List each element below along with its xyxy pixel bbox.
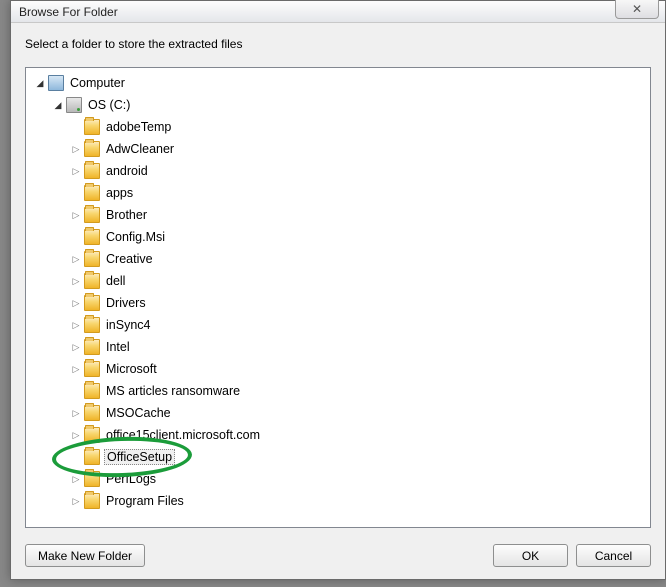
title-text: Browse For Folder [19,5,118,19]
chevron-right-icon[interactable]: ▷ [70,473,82,485]
tree-item-label: Microsoft [104,361,159,377]
folder-icon [84,317,100,333]
ok-button[interactable]: OK [493,544,568,567]
chevron-right-icon[interactable]: ▷ [70,143,82,155]
chevron-right-icon[interactable]: ▷ [70,165,82,177]
folder-icon [84,405,100,421]
chevron-right-icon[interactable]: ▷ [70,429,82,441]
tree-item-label: MS articles ransomware [104,383,242,399]
chevron-right-icon[interactable]: ▷ [70,407,82,419]
folder-icon [84,493,100,509]
tree-item-label: Config.Msi [104,229,167,245]
chevron-right-icon[interactable]: ▷ [70,209,82,221]
folder-icon [84,471,100,487]
chevron-right-icon[interactable]: ▷ [70,275,82,287]
folder-icon [84,185,100,201]
tree-item[interactable]: ▷ dell [26,270,650,292]
folder-icon [84,339,100,355]
computer-icon [48,75,64,91]
folder-icon [84,119,100,135]
tree-item[interactable]: apps [26,182,650,204]
tree-item[interactable]: ◢ Computer [26,72,650,94]
tree-item[interactable]: adobeTemp [26,116,650,138]
tree-item[interactable]: ▷ AdwCleaner [26,138,650,160]
tree-item-label: Drivers [104,295,148,311]
button-row: Make New Folder OK Cancel [11,536,665,579]
make-new-folder-button[interactable]: Make New Folder [25,544,145,567]
folder-icon [84,163,100,179]
tree-item[interactable]: ▷ Intel [26,336,650,358]
tree-item-label: apps [104,185,135,201]
tree-item-label: Intel [104,339,132,355]
tree-item-label: MSOCache [104,405,173,421]
tree-item-label: adobeTemp [104,119,173,135]
tree-item[interactable]: ▷ PerfLogs [26,468,650,490]
folder-tree[interactable]: ◢ Computer ◢ OS (C:) adobeTemp ▷ AdwCleaner ▷ an… [25,67,651,528]
chevron-right-icon[interactable]: ▷ [70,495,82,507]
close-button[interactable]: ✕ [615,0,659,19]
cancel-button[interactable]: Cancel [576,544,651,567]
folder-icon [84,383,100,399]
instruction-text: Select a folder to store the extracted f… [11,23,665,59]
chevron-down-icon[interactable]: ◢ [34,77,46,89]
chevron-right-icon[interactable]: ▷ [70,341,82,353]
tree-item[interactable]: ▷ Microsoft [26,358,650,380]
folder-icon [84,141,100,157]
tree-item-label: inSync4 [104,317,152,333]
tree-item-label: PerfLogs [104,471,158,487]
tree-item-label: OfficeSetup [104,449,175,465]
tree-item-label: Computer [68,75,127,91]
tree-item-label: Brother [104,207,149,223]
chevron-down-icon[interactable]: ◢ [52,99,64,111]
tree-item[interactable]: ▷ Brother [26,204,650,226]
chevron-right-icon[interactable]: ▷ [70,253,82,265]
tree-item-label: android [104,163,150,179]
folder-icon [84,449,100,465]
folder-icon [84,229,100,245]
tree-item[interactable]: MS articles ransomware [26,380,650,402]
tree-item[interactable]: ▷ Drivers [26,292,650,314]
folder-icon [84,207,100,223]
folder-icon [84,427,100,443]
tree-item[interactable]: OfficeSetup [26,446,650,468]
tree-item-label: Program Files [104,493,186,509]
tree-item[interactable]: ▷ Creative [26,248,650,270]
chevron-right-icon[interactable]: ▷ [70,297,82,309]
tree-item[interactable]: ▷ Program Files [26,490,650,512]
tree-item-label: dell [104,273,127,289]
tree-item-label: OS (C:) [86,97,132,113]
tree-item-label: office15client.microsoft.com [104,427,262,443]
folder-icon [84,361,100,377]
tree-item-label: Creative [104,251,155,267]
drive-icon [66,97,82,113]
folder-icon [84,251,100,267]
folder-icon [84,273,100,289]
tree-item[interactable]: ◢ OS (C:) [26,94,650,116]
browse-folder-dialog: Browse For Folder ✕ Select a folder to s… [10,0,666,580]
tree-item-label: AdwCleaner [104,141,176,157]
tree-item[interactable]: ▷ android [26,160,650,182]
tree-item[interactable]: ▷ office15client.microsoft.com [26,424,650,446]
close-icon: ✕ [632,2,642,16]
tree-item[interactable]: ▷ MSOCache [26,402,650,424]
chevron-right-icon[interactable]: ▷ [70,363,82,375]
chevron-right-icon[interactable]: ▷ [70,319,82,331]
folder-icon [84,295,100,311]
tree-item[interactable]: Config.Msi [26,226,650,248]
titlebar: Browse For Folder ✕ [11,1,665,23]
tree-item[interactable]: ▷ inSync4 [26,314,650,336]
